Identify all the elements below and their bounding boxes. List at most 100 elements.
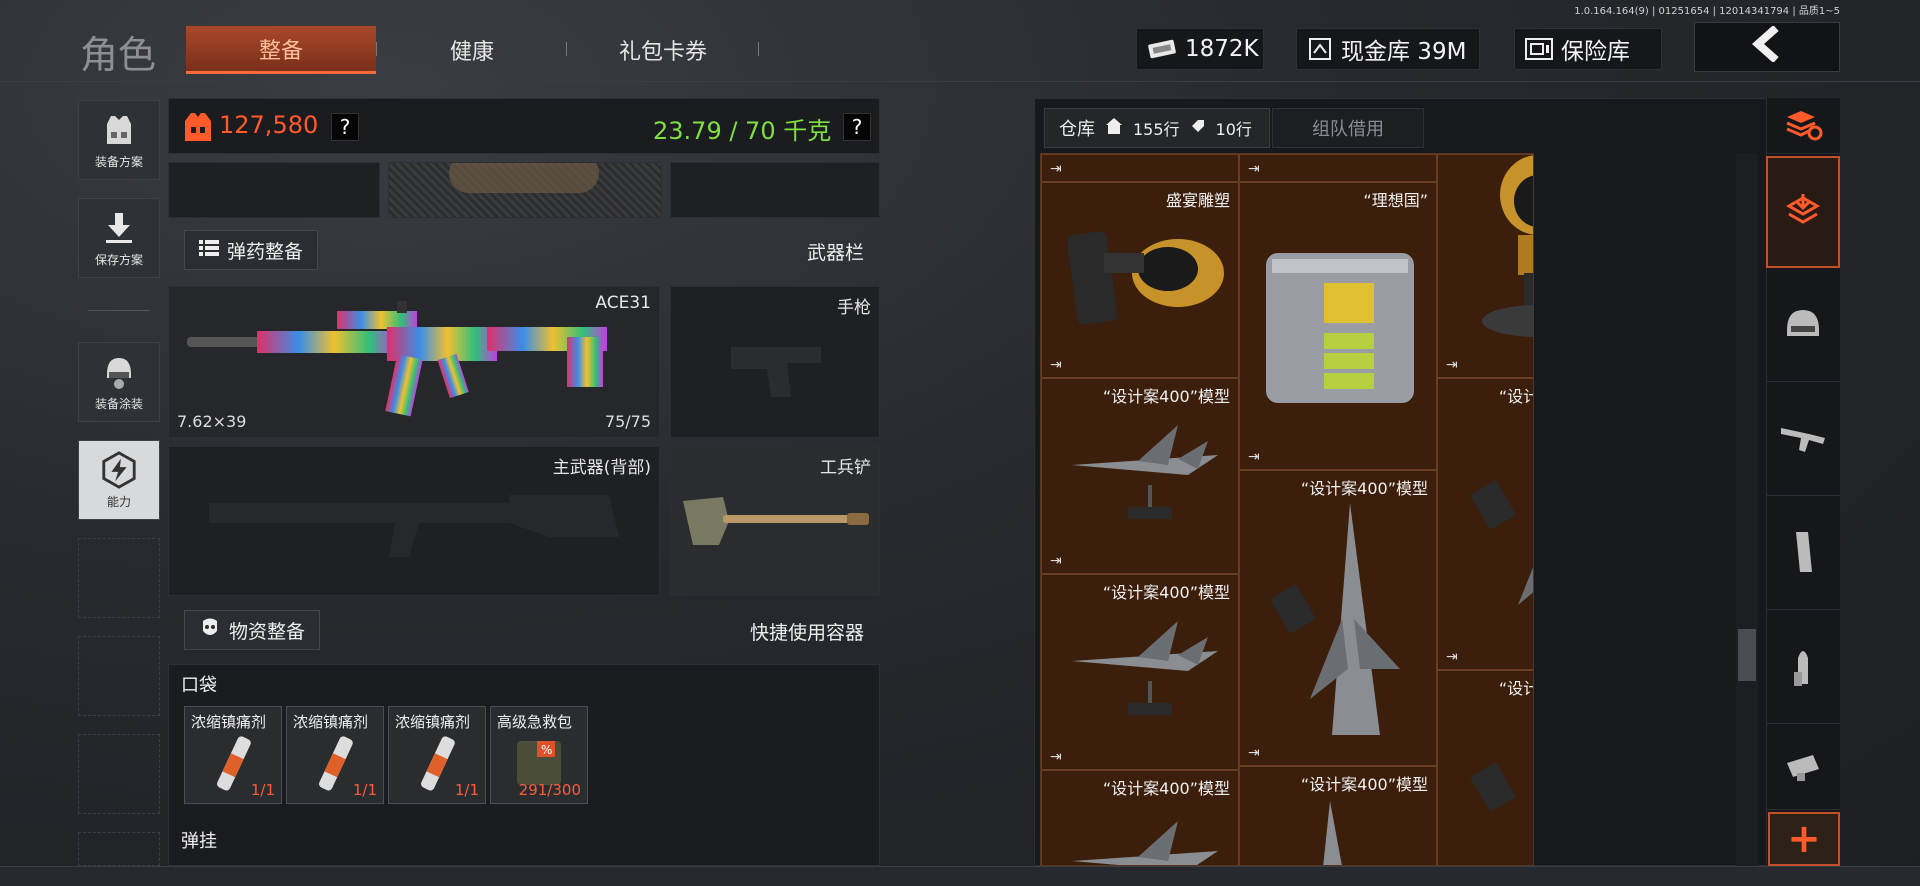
- pocket-item[interactable]: 高级急救包 % 291/300: [490, 706, 588, 804]
- move-icon: ⇥: [1248, 449, 1260, 465]
- storage-item[interactable]: 盛宴雕塑 ⇥: [1041, 182, 1239, 378]
- chevron-left-icon: [1750, 23, 1784, 72]
- tab-warehouse[interactable]: 仓库 155行 10行: [1044, 108, 1270, 148]
- sidebar-divider: [88, 310, 150, 311]
- back-weapon-label: 主武器(背部): [552, 458, 651, 478]
- empty-slot: [78, 832, 160, 866]
- sidebar-item-label: 装备方案: [94, 154, 143, 169]
- storage-item[interactable]: “设计案400”模型: [1437, 670, 1533, 865]
- tag-icon: [1190, 118, 1206, 139]
- category-weapon[interactable]: [1766, 384, 1840, 496]
- bust-sculpture-image: [1482, 155, 1533, 337]
- tab-divider: [566, 42, 567, 56]
- back-button[interactable]: [1694, 22, 1840, 72]
- warehouse-scrollbar[interactable]: [1736, 153, 1758, 866]
- category-magazine[interactable]: [1766, 498, 1840, 610]
- move-icon: ⇥: [1446, 649, 1458, 665]
- warehouse-grid: ⇥ ⇥ 盛宴雕塑 ⇥ “理想国” ⇥ ⇥ “设计案400”模型 ⇥ “设 ⇥ “…: [1040, 153, 1534, 866]
- equipment-skin-button[interactable]: 装备涂装: [78, 342, 160, 422]
- money-amount: 1872K: [1185, 36, 1259, 62]
- rifle-image: [187, 301, 607, 417]
- sort-refresh-button[interactable]: [1766, 98, 1840, 154]
- bullet-icon: [1788, 644, 1818, 692]
- category-helmet[interactable]: [1766, 270, 1840, 382]
- category-attachment[interactable]: [1766, 726, 1840, 810]
- add-button[interactable]: +: [1768, 812, 1840, 866]
- loadout-plan-button[interactable]: 装备方案: [78, 100, 160, 180]
- download-icon: [100, 209, 138, 247]
- rifle-icon: [1779, 420, 1827, 460]
- supply-loadout-label: 物资整备: [229, 620, 306, 643]
- empty-slot: [78, 636, 160, 716]
- storage-item[interactable]: “设计案400”模型 ⇥: [1041, 574, 1239, 770]
- jet-model-image: [1072, 821, 1218, 865]
- ability-button[interactable]: 能力: [78, 440, 160, 520]
- gear-slot[interactable]: [670, 162, 880, 218]
- tab-health[interactable]: 健康: [378, 26, 566, 74]
- storage-item[interactable]: “设计案400”模型 ⇥: [1041, 378, 1239, 574]
- equipment-value: 127,580: [219, 111, 319, 139]
- scrollbar-thumb[interactable]: [1738, 629, 1756, 681]
- sidebar-item-label: 装备涂装: [94, 396, 143, 411]
- pocket-item[interactable]: 浓缩镇痛剂 1/1: [388, 706, 486, 804]
- save-plan-button[interactable]: 保存方案: [78, 198, 160, 278]
- storage-item[interactable]: “设计案400”模型 ⇥: [1239, 470, 1437, 766]
- backpack-image: [449, 163, 599, 193]
- tab-divider: [376, 42, 377, 56]
- money-display[interactable]: 1872K: [1136, 28, 1264, 70]
- banknote-icon: [1147, 34, 1177, 64]
- ammo-loadout-label: 弹药整备: [227, 240, 304, 263]
- bust-sculpture-image: [1068, 231, 1224, 325]
- safe-box-button[interactable]: 保险库: [1514, 28, 1662, 70]
- jet-model-image: [1072, 621, 1218, 715]
- primary-weapon-slot[interactable]: ACE31 7.62×39 75/75: [168, 286, 660, 438]
- safe-icon: [1525, 36, 1553, 62]
- empty-slot: [78, 538, 160, 618]
- jet-model-image: [1072, 425, 1218, 519]
- move-icon: ⇥: [1446, 357, 1458, 373]
- item-name: 高级急救包: [497, 713, 573, 731]
- rig-label: 弹挂: [181, 831, 217, 852]
- weight-help-button[interactable]: ?: [843, 113, 871, 141]
- pocket-item[interactable]: 浓缩镇痛剂 1/1: [286, 706, 384, 804]
- item-label: “设计案400”模型: [1498, 679, 1533, 698]
- storage-item[interactable]: “设计案400”模型: [1239, 766, 1437, 865]
- pistol-slot[interactable]: 手枪: [670, 286, 880, 438]
- plus-icon: +: [1787, 816, 1821, 862]
- pocket-item[interactable]: 浓缩镇痛剂 1/1: [184, 706, 282, 804]
- warehouse-extra-rows: 10行: [1215, 120, 1252, 139]
- item-count: 1/1: [250, 781, 275, 799]
- move-icon: ⇥: [1248, 161, 1260, 177]
- storage-item[interactable]: “理想国” ⇥: [1239, 182, 1437, 470]
- storage-item[interactable]: “设计案400”模型: [1041, 770, 1239, 865]
- weight-indicator: 23.79 / 70 千克: [653, 117, 832, 145]
- quick-container-label: 快捷使用容器: [749, 622, 864, 644]
- pocket-label: 口袋: [181, 675, 217, 696]
- stack-refresh-icon: [1783, 107, 1823, 145]
- shovel-slot[interactable]: 工兵铲: [670, 446, 880, 596]
- shovel-label: 工兵铲: [820, 458, 871, 478]
- ammo-loadout-button[interactable]: 弹药整备: [184, 230, 319, 270]
- home-icon: [1105, 117, 1123, 140]
- gear-slot[interactable]: [168, 162, 380, 218]
- bottom-bar: [0, 866, 1920, 886]
- storage-cell[interactable]: ⇥: [1239, 154, 1437, 182]
- storage-cell[interactable]: ⇥: [1041, 154, 1239, 182]
- page-title: 角色: [80, 33, 157, 77]
- storage-item[interactable]: ⇥: [1437, 154, 1533, 378]
- supply-loadout-button[interactable]: 物资整备: [184, 610, 321, 650]
- empty-slot: [78, 734, 160, 814]
- category-ammo[interactable]: [1766, 612, 1840, 724]
- tab-gift-coupons[interactable]: 礼包卡券: [568, 26, 758, 74]
- category-all[interactable]: [1766, 156, 1840, 268]
- back-weapon-slot[interactable]: 主武器(背部): [168, 446, 660, 596]
- jet-model-image: [1470, 762, 1516, 812]
- storage-item[interactable]: “设计案400”模型 ⇥: [1437, 378, 1533, 670]
- item-name: 浓缩镇痛剂: [191, 713, 267, 731]
- cash-vault-button[interactable]: 现金库 39M: [1296, 28, 1480, 70]
- gear-slot-backpack[interactable]: [388, 162, 662, 218]
- tab-loadout[interactable]: 整备: [186, 26, 376, 74]
- value-help-button[interactable]: ?: [331, 113, 359, 141]
- tab-team-borrow[interactable]: 组队借用: [1272, 108, 1424, 148]
- pistol-label: 手枪: [837, 298, 871, 318]
